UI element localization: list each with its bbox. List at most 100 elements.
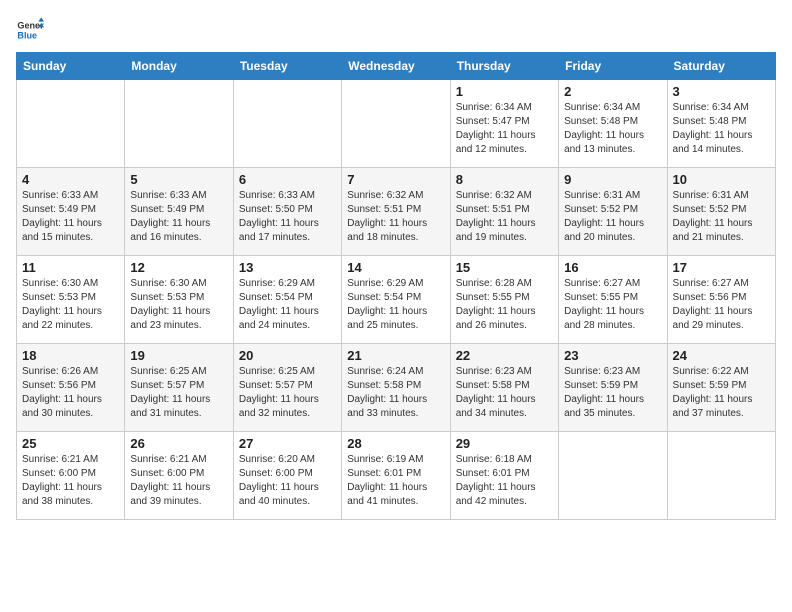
day-info: Sunrise: 6:23 AMSunset: 5:58 PMDaylight:…	[456, 365, 553, 421]
day-number: 3	[673, 84, 770, 99]
day-info: Sunrise: 6:32 AMSunset: 5:51 PMDaylight:…	[456, 189, 553, 245]
day-number: 5	[130, 172, 227, 187]
day-number: 1	[456, 84, 553, 99]
day-number: 8	[456, 172, 553, 187]
weekday-header-row: SundayMondayTuesdayWednesdayThursdayFrid…	[17, 53, 776, 80]
day-info: Sunrise: 6:33 AMSunset: 5:49 PMDaylight:…	[130, 189, 227, 245]
day-info: Sunrise: 6:34 AMSunset: 5:47 PMDaylight:…	[456, 101, 553, 157]
day-number: 6	[239, 172, 336, 187]
day-number: 25	[22, 436, 119, 451]
day-cell: 2 Sunrise: 6:34 AMSunset: 5:48 PMDaylight…	[559, 80, 667, 168]
day-info: Sunrise: 6:21 AMSunset: 6:00 PMDaylight:…	[130, 453, 227, 509]
day-number: 20	[239, 348, 336, 363]
day-number: 18	[22, 348, 119, 363]
weekday-header-sunday: Sunday	[17, 53, 125, 80]
day-number: 29	[456, 436, 553, 451]
weekday-header-friday: Friday	[559, 53, 667, 80]
day-info: Sunrise: 6:33 AMSunset: 5:50 PMDaylight:…	[239, 189, 336, 245]
day-info: Sunrise: 6:23 AMSunset: 5:59 PMDaylight:…	[564, 365, 661, 421]
day-info: Sunrise: 6:18 AMSunset: 6:01 PMDaylight:…	[456, 453, 553, 509]
day-cell: 23 Sunrise: 6:23 AMSunset: 5:59 PMDayligh…	[559, 344, 667, 432]
day-cell: 5 Sunrise: 6:33 AMSunset: 5:49 PMDaylight…	[125, 168, 233, 256]
day-cell: 4 Sunrise: 6:33 AMSunset: 5:49 PMDaylight…	[17, 168, 125, 256]
week-row-0: 1 Sunrise: 6:34 AMSunset: 5:47 PMDaylight…	[17, 80, 776, 168]
calendar-table: SundayMondayTuesdayWednesdayThursdayFrid…	[16, 52, 776, 520]
day-info: Sunrise: 6:27 AMSunset: 5:56 PMDaylight:…	[673, 277, 770, 333]
day-cell: 16Sunrise: 6:27 AMSunset: 5:55 PMDayligh…	[559, 256, 667, 344]
day-info: Sunrise: 6:30 AMSunset: 5:53 PMDaylight:…	[130, 277, 227, 333]
day-cell: 24 Sunrise: 6:22 AMSunset: 5:59 PMDayligh…	[667, 344, 775, 432]
week-row-4: 25 Sunrise: 6:21 AMSunset: 6:00 PMDayligh…	[17, 432, 776, 520]
day-cell: 11 Sunrise: 6:30 AMSunset: 5:53 PMDayligh…	[17, 256, 125, 344]
day-cell: 22 Sunrise: 6:23 AMSunset: 5:58 PMDayligh…	[450, 344, 558, 432]
day-info: Sunrise: 6:22 AMSunset: 5:59 PMDaylight:…	[673, 365, 770, 421]
day-info: Sunrise: 6:31 AMSunset: 5:52 PMDaylight:…	[673, 189, 770, 245]
day-cell: 13 Sunrise: 6:29 AMSunset: 5:54 PMDayligh…	[233, 256, 341, 344]
day-cell: 12 Sunrise: 6:30 AMSunset: 5:53 PMDayligh…	[125, 256, 233, 344]
logo: General Blue	[16, 16, 48, 44]
day-cell: 29 Sunrise: 6:18 AMSunset: 6:01 PMDayligh…	[450, 432, 558, 520]
day-cell: 28 Sunrise: 6:19 AMSunset: 6:01 PMDayligh…	[342, 432, 450, 520]
day-info: Sunrise: 6:25 AMSunset: 5:57 PMDaylight:…	[130, 365, 227, 421]
day-number: 9	[564, 172, 661, 187]
day-number: 14	[347, 260, 444, 275]
day-number: 12	[130, 260, 227, 275]
day-info: Sunrise: 6:32 AMSunset: 5:51 PMDaylight:…	[347, 189, 444, 245]
day-cell: 25 Sunrise: 6:21 AMSunset: 6:00 PMDayligh…	[17, 432, 125, 520]
day-cell: 1 Sunrise: 6:34 AMSunset: 5:47 PMDaylight…	[450, 80, 558, 168]
day-info: Sunrise: 6:25 AMSunset: 5:57 PMDaylight:…	[239, 365, 336, 421]
week-row-3: 18 Sunrise: 6:26 AMSunset: 5:56 PMDayligh…	[17, 344, 776, 432]
day-cell: 19 Sunrise: 6:25 AMSunset: 5:57 PMDayligh…	[125, 344, 233, 432]
logo-icon: General Blue	[16, 16, 44, 44]
weekday-header-saturday: Saturday	[667, 53, 775, 80]
day-info: Sunrise: 6:29 AMSunset: 5:54 PMDaylight:…	[239, 277, 336, 333]
day-info: Sunrise: 6:26 AMSunset: 5:56 PMDaylight:…	[22, 365, 119, 421]
weekday-header-wednesday: Wednesday	[342, 53, 450, 80]
day-cell	[17, 80, 125, 168]
day-info: Sunrise: 6:21 AMSunset: 6:00 PMDaylight:…	[22, 453, 119, 509]
day-number: 11	[22, 260, 119, 275]
day-number: 19	[130, 348, 227, 363]
day-number: 10	[673, 172, 770, 187]
day-cell	[233, 80, 341, 168]
day-info: Sunrise: 6:29 AMSunset: 5:54 PMDaylight:…	[347, 277, 444, 333]
day-cell: 7 Sunrise: 6:32 AMSunset: 5:51 PMDaylight…	[342, 168, 450, 256]
day-cell: 15 Sunrise: 6:28 AMSunset: 5:55 PMDayligh…	[450, 256, 558, 344]
weekday-header-tuesday: Tuesday	[233, 53, 341, 80]
day-cell: 20 Sunrise: 6:25 AMSunset: 5:57 PMDayligh…	[233, 344, 341, 432]
day-number: 13	[239, 260, 336, 275]
day-number: 28	[347, 436, 444, 451]
day-cell: 3 Sunrise: 6:34 AMSunset: 5:48 PMDaylight…	[667, 80, 775, 168]
day-cell	[667, 432, 775, 520]
day-info: Sunrise: 6:31 AMSunset: 5:52 PMDaylight:…	[564, 189, 661, 245]
day-cell: 27Sunrise: 6:20 AMSunset: 6:00 PMDayligh…	[233, 432, 341, 520]
weekday-header-thursday: Thursday	[450, 53, 558, 80]
day-info: Sunrise: 6:34 AMSunset: 5:48 PMDaylight:…	[564, 101, 661, 157]
day-info: Sunrise: 6:33 AMSunset: 5:49 PMDaylight:…	[22, 189, 119, 245]
day-cell: 26Sunrise: 6:21 AMSunset: 6:00 PMDayligh…	[125, 432, 233, 520]
day-number: 16	[564, 260, 661, 275]
day-number: 22	[456, 348, 553, 363]
day-cell	[125, 80, 233, 168]
day-info: Sunrise: 6:24 AMSunset: 5:58 PMDaylight:…	[347, 365, 444, 421]
day-number: 7	[347, 172, 444, 187]
day-number: 2	[564, 84, 661, 99]
day-number: 15	[456, 260, 553, 275]
day-number: 21	[347, 348, 444, 363]
day-number: 23	[564, 348, 661, 363]
day-number: 24	[673, 348, 770, 363]
day-info: Sunrise: 6:34 AMSunset: 5:48 PMDaylight:…	[673, 101, 770, 157]
day-number: 17	[673, 260, 770, 275]
page-header: General Blue	[16, 16, 776, 44]
day-info: Sunrise: 6:28 AMSunset: 5:55 PMDaylight:…	[456, 277, 553, 333]
day-number: 27	[239, 436, 336, 451]
day-cell: 6 Sunrise: 6:33 AMSunset: 5:50 PMDaylight…	[233, 168, 341, 256]
day-cell: 9 Sunrise: 6:31 AMSunset: 5:52 PMDaylight…	[559, 168, 667, 256]
day-number: 4	[22, 172, 119, 187]
week-row-2: 11 Sunrise: 6:30 AMSunset: 5:53 PMDayligh…	[17, 256, 776, 344]
day-cell: 21 Sunrise: 6:24 AMSunset: 5:58 PMDayligh…	[342, 344, 450, 432]
day-info: Sunrise: 6:30 AMSunset: 5:53 PMDaylight:…	[22, 277, 119, 333]
day-cell: 14 Sunrise: 6:29 AMSunset: 5:54 PMDayligh…	[342, 256, 450, 344]
day-info: Sunrise: 6:19 AMSunset: 6:01 PMDaylight:…	[347, 453, 444, 509]
day-cell: 17 Sunrise: 6:27 AMSunset: 5:56 PMDayligh…	[667, 256, 775, 344]
